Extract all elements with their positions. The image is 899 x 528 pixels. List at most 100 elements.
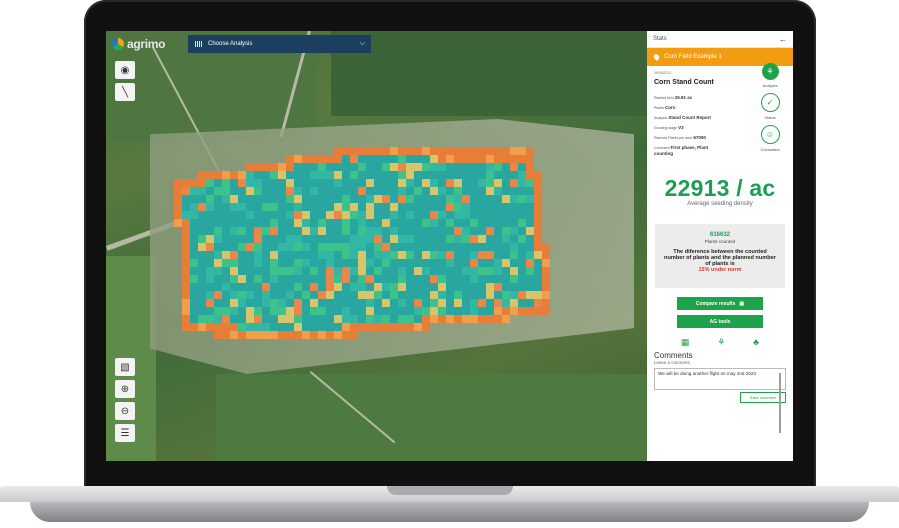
heatmap-cell bbox=[470, 267, 478, 275]
heatmap-cell bbox=[414, 259, 422, 267]
heatmap-cell bbox=[430, 195, 438, 203]
heatmap-cell bbox=[382, 315, 390, 323]
heatmap-cell bbox=[358, 147, 366, 155]
heatmap-cell bbox=[486, 259, 494, 267]
comment-textarea[interactable]: We will be doing another flight on may 2… bbox=[654, 368, 786, 390]
heatmap-cell bbox=[382, 187, 390, 195]
heatmap-cell bbox=[326, 171, 334, 179]
grid-view-tab-icon[interactable]: ▦ bbox=[681, 337, 690, 348]
consultant-icon[interactable]: ☺ bbox=[760, 125, 780, 144]
heatmap-cell bbox=[246, 299, 254, 307]
heatmap-cell bbox=[430, 283, 438, 291]
zoom-out-button[interactable]: ⊖ bbox=[115, 402, 135, 420]
heatmap-cell bbox=[198, 235, 206, 243]
heatmap-cell bbox=[334, 235, 342, 243]
ag-tools-button[interactable]: AG tools bbox=[677, 315, 763, 328]
heatmap-cell bbox=[374, 275, 382, 283]
heatmap-cell bbox=[318, 171, 326, 179]
heatmap-cell bbox=[190, 283, 198, 291]
heatmap-cell bbox=[182, 227, 190, 235]
heatmap-cell bbox=[270, 251, 278, 259]
heatmap-cell bbox=[262, 275, 270, 283]
heatmap-cell bbox=[246, 259, 254, 267]
heatmap-cell bbox=[302, 283, 310, 291]
heatmap-cell bbox=[326, 315, 334, 323]
heatmap-cell bbox=[342, 219, 350, 227]
corn-tab-icon[interactable]: ♣ bbox=[753, 337, 759, 348]
heatmap-cell bbox=[374, 179, 382, 187]
heatmap-cell bbox=[366, 243, 374, 251]
heatmap-cell bbox=[478, 163, 486, 171]
heatmap-cell bbox=[374, 323, 382, 331]
heatmap-cell bbox=[230, 179, 238, 187]
heatmap-cell bbox=[334, 259, 342, 267]
heatmap-cell bbox=[518, 291, 526, 299]
heatmap-cell bbox=[350, 283, 358, 291]
heatmap-cell bbox=[406, 155, 414, 163]
heatmap-cell bbox=[534, 307, 542, 315]
heatmap-cell bbox=[214, 283, 222, 291]
heatmap-cell bbox=[454, 315, 462, 323]
heatmap-cell bbox=[310, 299, 318, 307]
heatmap-cell bbox=[206, 299, 214, 307]
heatmap-cell bbox=[510, 163, 518, 171]
heatmap-cell bbox=[230, 283, 238, 291]
heatmap-cell bbox=[526, 307, 534, 315]
heatmap-cell bbox=[318, 219, 326, 227]
panel-scrollbar[interactable] bbox=[779, 373, 781, 433]
heatmap-cell bbox=[278, 315, 286, 323]
heatmap-cell bbox=[486, 267, 494, 275]
heatmap-cell bbox=[390, 259, 398, 267]
heatmap-cell bbox=[502, 187, 510, 195]
info-value: V3 bbox=[678, 125, 684, 130]
heatmap-cell bbox=[374, 155, 382, 163]
check-icon[interactable]: ✓ bbox=[760, 93, 780, 112]
heatmap-cell bbox=[238, 251, 246, 259]
heatmap-cell bbox=[502, 267, 510, 275]
heatmap-cell bbox=[238, 227, 246, 235]
heatmap-cell bbox=[478, 211, 486, 219]
measure-line-button[interactable]: ╲ bbox=[115, 83, 135, 101]
location-pin-button[interactable]: ◉ bbox=[115, 61, 135, 79]
heatmap-cell bbox=[438, 307, 446, 315]
heatmap-cell bbox=[238, 259, 246, 267]
compare-results-button[interactable]: Compare results ▣ bbox=[677, 297, 763, 310]
heatmap-cell bbox=[494, 155, 502, 163]
zoom-in-button[interactable]: ⊕ bbox=[115, 380, 135, 398]
heatmap-cell bbox=[454, 267, 462, 275]
plant-tab-icon[interactable]: ⚘ bbox=[717, 337, 725, 348]
heatmap-cell bbox=[438, 267, 446, 275]
heatmap-cell bbox=[334, 323, 342, 331]
heatmap-cell bbox=[294, 291, 302, 299]
heatmap-cell bbox=[390, 179, 398, 187]
heatmap-cell bbox=[382, 259, 390, 267]
layer-filter-button[interactable]: ▧ bbox=[115, 358, 135, 376]
heatmap-cell bbox=[406, 315, 414, 323]
heatmap-cell bbox=[262, 259, 270, 267]
heatmap-cell bbox=[422, 195, 430, 203]
heatmap-cell bbox=[342, 307, 350, 315]
heatmap-cell bbox=[502, 147, 510, 155]
heatmap-cell bbox=[238, 219, 246, 227]
arrow-left-icon[interactable]: ← bbox=[779, 35, 787, 44]
heatmap-cell bbox=[318, 235, 326, 243]
heatmap-cell bbox=[462, 179, 470, 187]
heatmap-cell bbox=[174, 179, 182, 187]
heatmap-cell bbox=[182, 251, 190, 259]
heatmap-cell bbox=[294, 323, 302, 331]
heatmap-cell bbox=[534, 243, 542, 251]
heatmap-cell bbox=[254, 179, 262, 187]
heatmap-cell bbox=[414, 291, 422, 299]
heatmap-cell bbox=[206, 291, 214, 299]
heatmap-cell bbox=[182, 275, 190, 283]
choose-analysis-dropdown[interactable]: Choose Analysis ⌵ bbox=[188, 35, 371, 53]
layers-button[interactable]: ☰ bbox=[115, 424, 135, 442]
plants-icon[interactable]: ⚘ bbox=[761, 63, 779, 80]
map-view[interactable]: agrimo Choose Analysis ⌵ ◉ ╲ ▧ ⊕ ⊖ ☰ bbox=[106, 31, 647, 461]
heatmap-cell bbox=[246, 171, 254, 179]
heatmap-cell bbox=[462, 227, 470, 235]
heatmap-cell bbox=[278, 275, 286, 283]
heatmap-cell bbox=[294, 179, 302, 187]
plants-summary: 616632 Plants counted The diference betw… bbox=[655, 224, 785, 288]
heatmap-cell bbox=[462, 187, 470, 195]
